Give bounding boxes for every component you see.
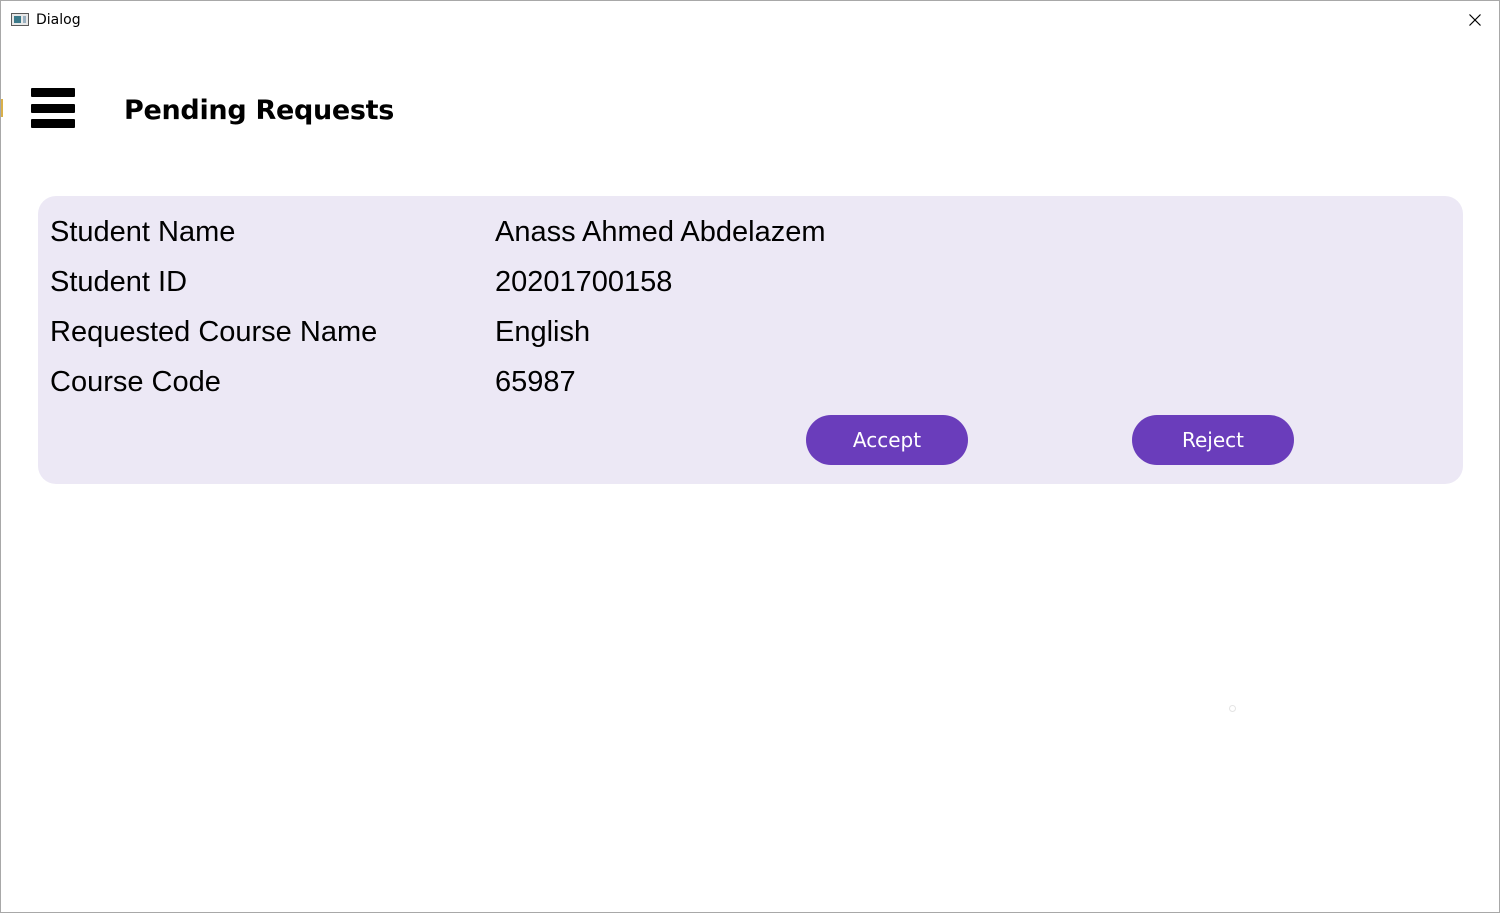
app-window-icon (11, 13, 29, 26)
course-name-value: English (495, 316, 591, 348)
student-name-label: Student Name (50, 216, 236, 248)
close-icon (1469, 14, 1481, 26)
hamburger-menu-icon[interactable] (31, 88, 75, 130)
course-code-label: Course Code (50, 366, 221, 398)
title-bar: Dialog (1, 1, 1499, 39)
student-id-label: Student ID (50, 266, 188, 298)
edge-marker (1, 99, 3, 117)
course-name-label: Requested Course Name (50, 316, 378, 348)
accept-button[interactable]: Accept (806, 415, 968, 465)
close-button[interactable] (1453, 1, 1499, 39)
student-name-value: Anass Ahmed Abdelazem (495, 216, 826, 248)
course-code-value: 65987 (495, 366, 576, 398)
dialog-window: Dialog Pending Requests Student Name Ana… (0, 0, 1500, 913)
student-id-value: 20201700158 (495, 266, 673, 298)
window-title: Dialog (36, 12, 81, 28)
request-card: Student Name Anass Ahmed Abdelazem Stude… (38, 196, 1463, 484)
reject-button[interactable]: Reject (1132, 415, 1294, 465)
stray-dot (1229, 705, 1236, 712)
page-title: Pending Requests (124, 95, 395, 126)
